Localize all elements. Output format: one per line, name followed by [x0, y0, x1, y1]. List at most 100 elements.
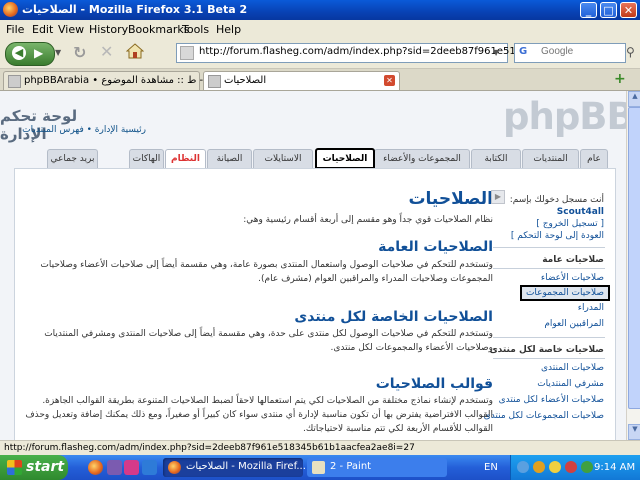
sidebar-item-group-forum-permissions[interactable]: صلاحيات المجموعات لكل منتدى: [484, 411, 604, 421]
forward-arrow-icon[interactable]: ▶: [34, 46, 43, 60]
tab-favicon-icon: [8, 75, 21, 88]
ie-quicklaunch-icon[interactable]: [142, 460, 157, 475]
menu-tools[interactable]: Tools: [182, 23, 209, 36]
menu-help[interactable]: Help: [216, 23, 241, 36]
maximize-button[interactable]: □: [600, 2, 617, 18]
firefox-icon: [168, 461, 181, 474]
security-icon[interactable]: [565, 461, 577, 473]
tab-styles[interactable]: الاستايلات: [253, 149, 313, 168]
sidebar-section-title: صلاحيات خاصة لكل منتدى: [489, 345, 604, 355]
menu-history[interactable]: History: [89, 23, 128, 36]
taskbar-item-firefox[interactable]: الصلاحيات - Mozilla Firef...: [163, 458, 306, 477]
smiley-icon[interactable]: [549, 461, 561, 473]
section-text: وتستخدم لإنشاء نماذج مختلفة من الصلاحيات…: [25, 396, 493, 434]
sidebar-item-group-permissions[interactable]: صلاحيات المجموعات: [519, 285, 610, 301]
scroll-thumb[interactable]: [628, 107, 640, 409]
tab-permissions[interactable]: الصلاحيات: [315, 148, 375, 169]
windows-taskbar: start الصلاحيات - Mozilla Firef... 2 - P…: [0, 455, 640, 480]
network-icon[interactable]: [517, 461, 529, 473]
sidebar-item-user-permissions[interactable]: صلاحيات الأعضاء: [541, 273, 604, 283]
address-bar[interactable]: http://forum.flasheg.com/adm/index.php?s…: [176, 43, 554, 63]
tab-close-icon[interactable]: ✕: [384, 75, 395, 86]
firefox-icon: [3, 2, 18, 17]
volume-icon[interactable]: [581, 461, 593, 473]
scroll-down-icon[interactable]: ▼: [628, 424, 640, 440]
section-text: وتستخدم للتحكم في صلاحيات الوصول واستعما…: [40, 260, 493, 284]
menu-bookmarks[interactable]: Bookmarks: [128, 23, 189, 36]
sidebar-item-forum-moderators[interactable]: مشرفي المنتديات: [537, 379, 604, 389]
divider: [493, 337, 605, 338]
phpbb-logo: phpBB: [503, 95, 626, 138]
tab-users-groups[interactable]: المجموعات والأعضاء: [374, 149, 470, 168]
tab-general[interactable]: عام: [580, 149, 608, 168]
back-arrow-icon[interactable]: ◀: [12, 46, 26, 60]
collapse-arrow-icon[interactable]: ▶: [491, 190, 505, 204]
sidebar-item-user-forum-permissions[interactable]: صلاحيات الأعضاء لكل منتدى: [499, 395, 604, 405]
tab-posting[interactable]: الكتابة: [471, 149, 521, 168]
scroll-up-icon[interactable]: ▲: [628, 91, 640, 107]
messenger-icon[interactable]: [533, 461, 545, 473]
minimize-button[interactable]: _: [580, 2, 597, 18]
browser-tab-permissions[interactable]: الصلاحيات ✕: [203, 71, 400, 90]
acp-breadcrumb[interactable]: رئيسية الإدارة • فهرس المنتديات: [22, 125, 146, 135]
sidebar-item-administrators[interactable]: المدراء: [578, 303, 604, 313]
back-to-ucp-link[interactable]: العودة إلى لوحة التحكم ]: [511, 231, 604, 241]
back-forward-button[interactable]: ◀ ▶: [5, 42, 55, 66]
search-box[interactable]: G: [514, 43, 626, 63]
divider: [493, 268, 605, 269]
tab-favicon-icon: [208, 75, 221, 88]
language-indicator[interactable]: EN: [484, 462, 498, 473]
close-button[interactable]: ✕: [620, 2, 637, 18]
browser-tab-bar: phpBBArabia • ط :: مشاهدة الموضوع - ... …: [0, 69, 640, 91]
username-link[interactable]: Scout4all: [557, 207, 604, 217]
paint-icon: [312, 461, 325, 474]
home-icon[interactable]: [125, 43, 145, 59]
taskbar-item-label: الصلاحيات - Mozilla Firef...: [186, 461, 306, 472]
tab-maintenance[interactable]: الصيانة: [207, 149, 252, 168]
app-quicklaunch-icon[interactable]: [107, 460, 122, 475]
new-tab-icon[interactable]: +: [614, 71, 626, 87]
browser-tab-phpbbarabia[interactable]: phpBBArabia • ط :: مشاهدة الموضوع - ...: [3, 71, 216, 90]
tab-forums[interactable]: المنتديات: [522, 149, 579, 168]
browser-tab-label: الصلاحيات: [224, 75, 267, 86]
logout-link[interactable]: [ تسجيل الخروج ]: [536, 219, 604, 229]
search-input[interactable]: [539, 45, 623, 58]
section-title: الصلاحيات الخاصة لكل منتدى: [294, 309, 493, 325]
taskbar-item-paint[interactable]: 2 - Paint: [307, 458, 447, 477]
acp-tabs: عام المنتديات الكتابة المجموعات والأعضاء…: [47, 148, 608, 169]
url-dropdown-icon[interactable]: ▼: [493, 48, 499, 57]
site-favicon-icon: [180, 46, 194, 60]
start-label: start: [26, 459, 65, 475]
menu-view[interactable]: View: [58, 23, 84, 36]
tab-mods[interactable]: الهاكات: [129, 149, 164, 168]
tab-mass-email[interactable]: بريد جماعي: [47, 149, 98, 168]
sidebar-item-global-moderators[interactable]: المراقبين العوام: [544, 319, 604, 329]
section-title: قوالب الصلاحيات: [375, 376, 493, 392]
page-content: phpBB لوحة تحكم الإدارة رئيسية الإدارة •…: [0, 91, 626, 440]
taskbar-item-label: 2 - Paint: [330, 461, 372, 472]
address-text[interactable]: http://forum.flasheg.com/adm/index.php?s…: [199, 46, 554, 57]
login-status: أنت مسجل دخولك بإسم:: [509, 195, 604, 205]
page-title: الصلاحيات: [408, 189, 493, 209]
google-icon[interactable]: G: [519, 46, 527, 57]
section-text: وتستخدم للتحكم في صلاحيات الوصول لكل منت…: [44, 329, 493, 353]
media-quicklaunch-icon[interactable]: [124, 460, 139, 475]
menu-edit[interactable]: Edit: [32, 23, 53, 36]
windows-logo-icon: [7, 460, 22, 475]
vertical-scrollbar[interactable]: ▲ ▼: [626, 91, 640, 440]
search-go-icon[interactable]: ⚲: [626, 45, 635, 59]
intro-text: نظام الصلاحيات قوي جداً وهو مقسم إلى أرب…: [243, 215, 493, 225]
status-bar: http://forum.flasheg.com/adm/index.php?s…: [0, 440, 640, 456]
tab-system[interactable]: النظام: [165, 149, 206, 168]
clock: 9:14 AM: [594, 462, 636, 473]
stop-icon[interactable]: ✕: [100, 42, 113, 61]
menu-file[interactable]: File: [6, 23, 24, 36]
start-button[interactable]: start: [0, 455, 68, 480]
reload-icon[interactable]: ↻: [73, 43, 86, 62]
window-title: الصلاحيات - Mozilla Firefox 3.1 Beta 2: [22, 3, 248, 16]
system-tray: 9:14 AM: [510, 455, 640, 480]
status-text: http://forum.flasheg.com/adm/index.php?s…: [4, 443, 415, 453]
history-dropdown-icon[interactable]: ▼: [55, 48, 61, 57]
sidebar-item-forum-permissions[interactable]: صلاحيات المنتدى: [541, 363, 604, 373]
firefox-quicklaunch-icon[interactable]: [88, 460, 103, 475]
